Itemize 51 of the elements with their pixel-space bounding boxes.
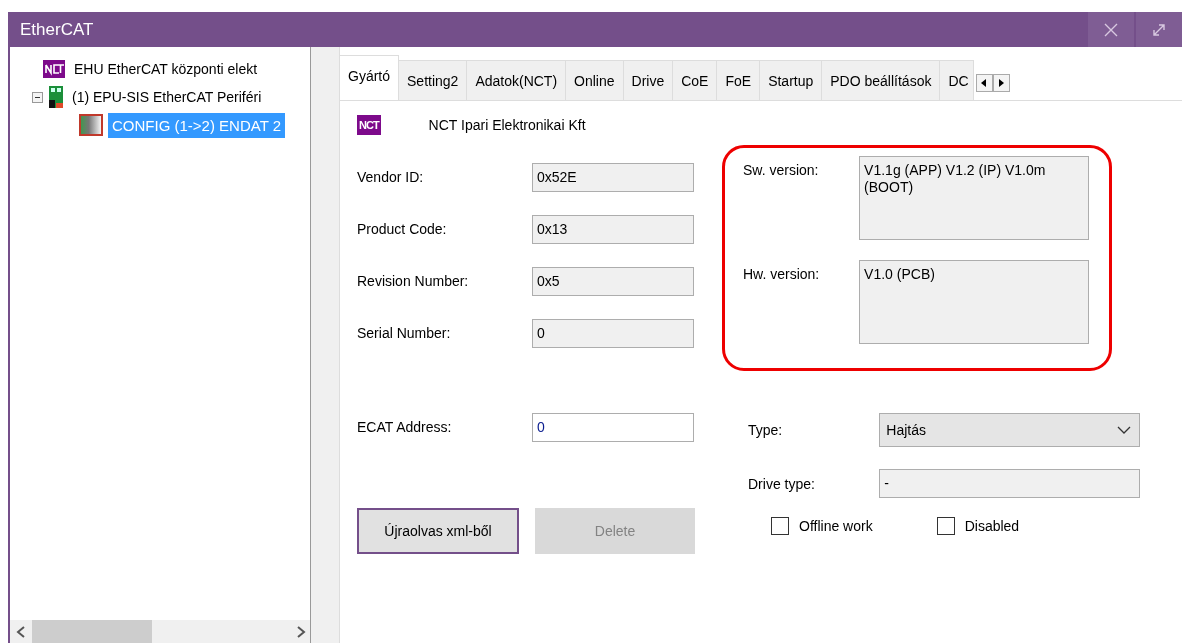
- readonly-field: 0x52E: [532, 163, 694, 192]
- scroll-left-icon[interactable]: [16, 625, 26, 638]
- left-arrow-icon: [981, 79, 988, 87]
- tab[interactable]: Startup: [759, 60, 823, 100]
- collapse-toggle[interactable]: [32, 91, 43, 103]
- readonly-field: 0: [532, 319, 694, 348]
- chevron-down-icon: [1117, 426, 1131, 434]
- board-icon: [49, 86, 63, 108]
- tree-item[interactable]: EHU EtherCAT központi elekt: [70, 59, 262, 79]
- tab-scroll-left-button[interactable]: [975, 74, 993, 92]
- checkbox-label: Disabled: [964, 518, 1020, 534]
- readonly-field: -: [879, 469, 1140, 498]
- horizontal-scrollbar[interactable]: [10, 620, 310, 643]
- field-label: Product Code:: [357, 220, 448, 237]
- type-dropdown[interactable]: Hajtás: [879, 413, 1140, 447]
- maximize-icon: [1152, 22, 1166, 37]
- readonly-field: 0x5: [532, 267, 694, 296]
- input-field[interactable]: 0: [532, 413, 694, 442]
- tab[interactable]: CoE: [672, 60, 718, 100]
- tab[interactable]: Setting2: [398, 60, 468, 100]
- tab[interactable]: PDO beállítások: [821, 60, 941, 100]
- vendor-name: NCT Ipari Elektronikai Kft: [428, 117, 586, 133]
- scroll-right-icon[interactable]: [296, 625, 306, 638]
- field-label: Serial Number:: [357, 324, 452, 341]
- tab[interactable]: FoE: [716, 60, 761, 100]
- tab[interactable]: Adatok(NCT): [466, 60, 567, 100]
- checkbox[interactable]: [936, 517, 955, 535]
- field-label: Hw. version:: [743, 265, 821, 282]
- readonly-field: 0x13: [532, 215, 694, 244]
- field-label: Drive type:: [748, 475, 816, 492]
- vendor-logo: NCT: [357, 115, 381, 135]
- reload-button[interactable]: Újraolvas xml-ből: [357, 508, 519, 554]
- window-title: EtherCAT: [19, 19, 95, 40]
- right-arrow-icon: [998, 79, 1005, 87]
- tab[interactable]: Drive: [622, 60, 674, 100]
- scroll-thumb[interactable]: [32, 620, 152, 643]
- checkbox[interactable]: [771, 517, 789, 535]
- tab[interactable]: DC: [939, 60, 974, 100]
- checkbox-label: Offline work: [799, 518, 873, 534]
- field-label: Vendor ID:: [357, 168, 425, 185]
- module-icon: [79, 114, 103, 136]
- readonly-field: V1.1g (APP) V1.2 (IP) V1.0m (BOOT): [859, 156, 1089, 240]
- field-label: Type:: [748, 422, 784, 438]
- close-icon: [1104, 22, 1118, 37]
- readonly-field: V1.0 (PCB): [859, 260, 1089, 344]
- field-label: ECAT Address:: [357, 418, 453, 435]
- field-label: Sw. version:: [743, 161, 820, 178]
- logo-icon: [43, 60, 65, 78]
- field-label: Revision Number:: [357, 272, 470, 289]
- tree-item[interactable]: (1) EPU-SIS EtherCAT Periféri: [68, 87, 266, 107]
- tab[interactable]: Online: [565, 60, 624, 100]
